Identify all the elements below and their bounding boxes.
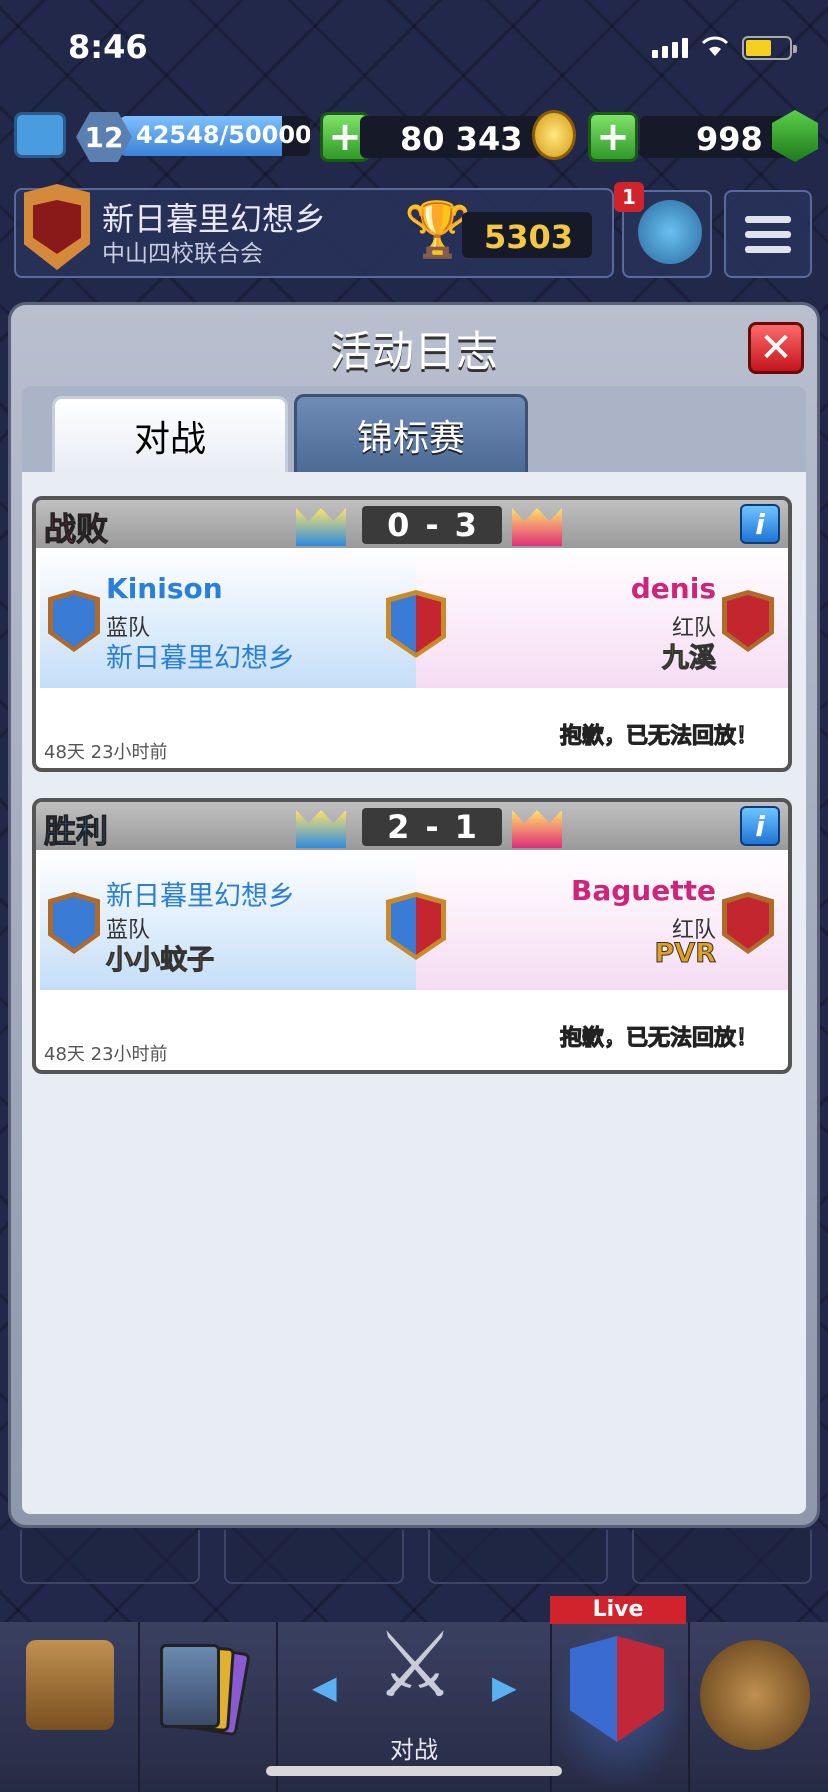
battle-time: 48天 23小时前 — [44, 1044, 168, 1065]
nav-battle-label[interactable]: 对战 — [0, 1730, 828, 1765]
battle-card: 战败 0 - 3 i Kinison 蓝队 新日暮里幻想乡 denis 红队 九… — [32, 496, 792, 772]
chest-slot[interactable] — [632, 1530, 812, 1584]
battle-score: 2 - 1 — [362, 808, 502, 846]
trophy-counter: 5303 — [462, 212, 592, 258]
chest-slot[interactable] — [428, 1530, 608, 1584]
trophy-count: 5303 — [484, 218, 574, 256]
tab-battles[interactable]: 对战 — [52, 396, 288, 472]
replay-status: 抱歉，已无法回放！ — [559, 1026, 758, 1052]
blue-crowns: 2 — [387, 808, 410, 846]
replay-status: 抱歉，已无法回放！ — [559, 724, 758, 750]
score-separator: - — [425, 506, 439, 544]
home-indicator — [266, 1766, 562, 1776]
blue-player-clan: 新日暮里幻想乡 — [106, 643, 295, 674]
red-player-name[interactable]: Baguette — [571, 874, 716, 907]
clan-tab-icon[interactable] — [700, 1640, 810, 1750]
red-player-clan: PVR — [654, 938, 716, 970]
cards-icon[interactable] — [160, 1640, 251, 1740]
red-crowns: 3 — [454, 506, 477, 544]
blue-crowns: 0 — [387, 506, 410, 544]
signal-icon — [652, 38, 688, 58]
red-player-name[interactable]: denis — [631, 572, 716, 605]
red-crowns: 1 — [454, 808, 477, 846]
blue-player-name[interactable]: Kinison — [106, 572, 223, 605]
nav-divider — [138, 1622, 140, 1792]
info-button[interactable]: i — [740, 806, 780, 846]
blue-player-name[interactable]: 新日暮里幻想乡 — [106, 874, 295, 913]
crossed-swords-icon[interactable]: ⚔ — [370, 1616, 460, 1716]
battle-card: 胜利 2 - 1 i 新日暮里幻想乡 蓝队 小小蚊子 Baguette 红队 P… — [32, 798, 792, 1074]
gold-amount: 80 343 — [400, 120, 523, 158]
nav-divider — [688, 1622, 690, 1792]
chest-slot[interactable] — [20, 1530, 200, 1584]
crown-icon[interactable] — [14, 112, 66, 158]
modal-title: 活动日志 — [329, 327, 498, 376]
chest-slot[interactable] — [224, 1530, 404, 1584]
red-player-clan: 九溪 — [662, 643, 717, 675]
battle-score: 0 - 3 — [362, 506, 502, 544]
gem-counter: 998 — [640, 116, 790, 158]
wifi-icon — [700, 34, 730, 62]
close-button[interactable]: ✕ — [748, 322, 804, 374]
clan-subtitle: 中山四校联合会 — [102, 241, 263, 267]
notification-badge: 1 — [614, 182, 644, 212]
live-badge: Live — [550, 1596, 686, 1624]
shop-chest-icon[interactable] — [26, 1640, 114, 1730]
avatar — [638, 200, 702, 264]
menu-button[interactable] — [724, 190, 812, 278]
arrow-left-icon[interactable]: ◀ — [312, 1668, 337, 1706]
status-time: 8:46 — [68, 28, 148, 66]
battle-result: 胜利 — [43, 812, 109, 851]
xp-bar: 42548/50000 — [120, 116, 310, 156]
buy-gems-button[interactable]: + — [588, 112, 638, 162]
arrow-right-icon[interactable]: ▶ — [492, 1668, 517, 1706]
gold-coin-icon — [532, 110, 576, 160]
gem-amount: 998 — [696, 120, 763, 158]
battery-icon — [742, 36, 797, 60]
gold-counter: 80 343 — [360, 116, 540, 158]
tab-tournaments[interactable]: 锦标赛 — [294, 394, 528, 472]
battle-time: 48天 23小时前 — [44, 742, 168, 763]
info-button[interactable]: i — [740, 504, 780, 544]
battle-result: 战败 — [43, 510, 109, 549]
score-separator: - — [425, 808, 439, 846]
xp-text: 42548/50000 — [136, 121, 310, 149]
blue-player-clan: 小小蚊子 — [106, 945, 215, 977]
